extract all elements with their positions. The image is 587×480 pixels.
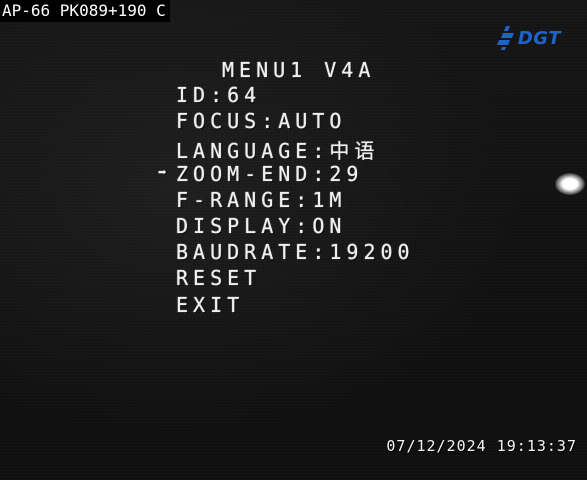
light-glare [555,173,585,195]
menu-item-language[interactable]: LANGUAGE:中语 [176,135,379,164]
menu-item-f-range[interactable]: F-RANGE:1M [176,188,346,212]
menu-item-zoom-end[interactable]: ZOOM-END:29 [176,162,363,186]
menu-item-reset[interactable]: RESET [176,266,261,290]
menu-item-baudrate[interactable]: BAUDRATE:19200 [176,240,415,264]
dgt-logo-mark-icon [496,26,514,50]
dgt-logo-text: DGT [517,27,561,49]
menu-title: MENU1 V4A [222,58,376,82]
menu-item-id[interactable]: ID:64 [176,83,261,107]
menu-item-exit[interactable]: EXIT [176,293,244,317]
menu-item-display[interactable]: DISPLAY:ON [176,214,346,238]
timestamp: 07/12/2024 19:13:37 [386,437,577,455]
camera-feed: AP-66 PK089+190 C DGT MENU1 V4A ➡ ID:64 … [0,0,587,480]
menu-item-focus[interactable]: FOCUS:AUTO [176,109,346,133]
camera-location-label: AP-66 PK089+190 C [0,0,170,22]
dgt-logo: DGT [494,24,561,52]
selection-arrow-icon: ➡ [158,164,167,181]
